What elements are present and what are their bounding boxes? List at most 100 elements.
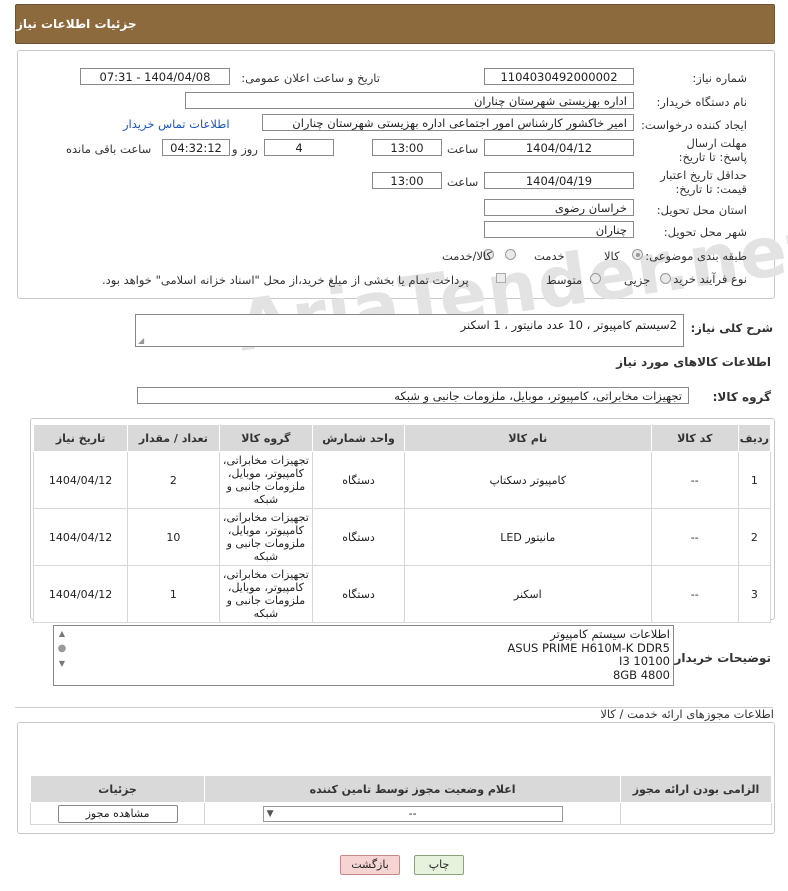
license-required-cell xyxy=(620,802,772,825)
page-title: جزئیات اطلاعات نیاز xyxy=(16,17,137,31)
row-code: -- xyxy=(650,451,739,509)
announce-label: تاریخ و ساعت اعلان عمومی: xyxy=(241,71,380,85)
validity-date-field: 1404/04/19 xyxy=(484,172,634,189)
buyer-notes-text: اطلاعات سیستم کامپیوتر ASUS PRIME H610M-… xyxy=(507,627,670,682)
col-license-required: الزامی بودن ارائه مجوز xyxy=(620,775,772,803)
remaining-time-field: 04:32:12 xyxy=(162,139,230,156)
creator-field: امیر خاکشور کارشناس امور اجتماعی اداره ب… xyxy=(262,114,634,131)
validity-label: حداقل تاریخ اعتبار قیمت: تا تاریخ: xyxy=(660,168,747,196)
license-details-cell: مشاهده مجوز xyxy=(29,802,206,825)
goods-table: ردیف کد کالا نام کالا واحد شمارش گروه کا… xyxy=(32,424,772,623)
category-service-label: خدمت xyxy=(534,249,565,263)
treasury-payment-checkbox[interactable] xyxy=(496,273,506,283)
buyer-org-label: نام دستگاه خریدار: xyxy=(656,95,747,109)
goods-group-label: گروه کالا: xyxy=(712,390,771,404)
license-status-cell: -- ▼ xyxy=(204,802,622,825)
row-date: 1404/04/12 xyxy=(32,451,129,509)
row-unit: دستگاه xyxy=(312,451,405,509)
scroll-up-icon[interactable]: ▲ xyxy=(56,626,68,641)
category-goods-radio[interactable] xyxy=(632,249,643,260)
licenses-table: الزامی بودن ارائه مجوز اعلام وضعیت مجوز … xyxy=(29,775,772,825)
licenses-title: اطلاعات مجوزهای ارائه خدمت / کالا xyxy=(600,707,774,721)
print-button[interactable]: چاپ xyxy=(414,855,464,875)
row-index: 3 xyxy=(737,565,772,623)
scroll-down-icon[interactable]: ▼ xyxy=(56,656,68,671)
row-date: 1404/04/12 xyxy=(32,565,129,623)
row-group: تجهیزات مخابراتی، کامپیوتر، موبایل، ملزو… xyxy=(218,565,314,623)
purchase-medium-label: متوسط xyxy=(546,273,583,287)
deadline-date-field: 1404/04/12 xyxy=(484,139,634,156)
row-name: اسکنر xyxy=(403,565,652,623)
row-qty: 2 xyxy=(127,451,220,509)
deadline-time-field: 13:00 xyxy=(372,139,442,156)
col-code: کد کالا xyxy=(650,424,739,452)
summary-textarea[interactable]: 2سیستم کامپیوتر ، 10 عدد مانیتور ، 1 اسک… xyxy=(135,314,684,347)
resize-grip-icon: ◢ xyxy=(138,336,145,345)
buyer-notes-line: I3 10100 xyxy=(619,654,670,668)
row-unit: دستگاه xyxy=(312,565,405,623)
license-status-select[interactable]: -- ▼ xyxy=(262,805,563,822)
license-status-value: -- xyxy=(408,806,417,820)
chevron-down-icon: ▼ xyxy=(266,808,274,819)
col-date: تاریخ نیاز xyxy=(32,424,129,452)
purchase-type-label: نوع فرآیند خرید : xyxy=(665,272,747,286)
table-row: -- ▼ مشاهده مجوز xyxy=(29,802,772,825)
need-number-field: 1104030492000002 xyxy=(484,68,634,85)
deadline-label: مهلت ارسال پاسخ: تا تاریخ: xyxy=(678,136,747,164)
days-label: روز و xyxy=(232,142,258,156)
buyer-notes-line: اطلاعات سیستم کامپیوتر xyxy=(550,627,670,641)
col-group: گروه کالا xyxy=(218,424,314,452)
validity-time-label: ساعت xyxy=(447,175,479,189)
category-both-label: کالا/خدمت xyxy=(442,249,493,263)
col-index: ردیف xyxy=(737,424,772,452)
days-field: 4 xyxy=(264,139,334,156)
row-code: -- xyxy=(650,508,739,566)
purchase-minor-radio[interactable] xyxy=(660,273,671,284)
deadline-time-label: ساعت xyxy=(447,142,479,156)
col-license-status: اعلام وضعیت مجوز توسط تامین کننده xyxy=(204,775,622,803)
row-group: تجهیزات مخابراتی، کامپیوتر، موبایل، ملزو… xyxy=(218,451,314,509)
row-group: تجهیزات مخابراتی، کامپیوتر، موبایل، ملزو… xyxy=(218,508,314,566)
province-field: خراسان رضوی xyxy=(484,199,634,216)
view-license-button[interactable]: مشاهده مجوز xyxy=(57,804,178,823)
col-qty: تعداد / مقدار xyxy=(127,424,220,452)
table-row: 3 -- اسکنر دستگاه تجهیزات مخابراتی، کامپ… xyxy=(32,565,772,623)
page-header: جزئیات اطلاعات نیاز xyxy=(15,4,775,44)
buyer-notes-textarea[interactable]: اطلاعات سیستم کامپیوتر ASUS PRIME H610M-… xyxy=(53,625,674,686)
col-license-details: جزئیات xyxy=(29,775,206,803)
buyer-notes-label: توضیحات خریدار: xyxy=(669,651,771,665)
summary-label: شرح کلی نیاز: xyxy=(690,321,773,335)
remaining-label: ساعت باقی مانده xyxy=(66,142,152,156)
row-name: مانیتور LED xyxy=(403,508,652,566)
validity-time-field: 13:00 xyxy=(372,172,442,189)
row-qty: 10 xyxy=(127,508,220,566)
row-name: کامپیوتر دسکتاپ xyxy=(403,451,652,509)
category-goods-label: کالا xyxy=(604,249,620,263)
contact-info-link[interactable]: اطلاعات تماس خریدار xyxy=(123,117,230,131)
buyer-notes-line: ASUS PRIME H610M-K DDR5 xyxy=(507,640,670,655)
row-unit: دستگاه xyxy=(312,508,405,566)
goods-table-header-row: ردیف کد کالا نام کالا واحد شمارش گروه کا… xyxy=(32,424,772,452)
row-code: -- xyxy=(650,565,739,623)
row-qty: 1 xyxy=(127,565,220,623)
announce-field: 1404/04/08 - 07:31 xyxy=(80,68,230,85)
category-label: طبقه بندی موضوعی: xyxy=(645,249,747,263)
notes-scrollbar[interactable]: ▲ ● ▼ xyxy=(56,626,68,684)
row-index: 1 xyxy=(737,451,772,509)
treasury-payment-note: پرداخت تمام یا بخشی از مبلغ خرید،از محل … xyxy=(102,273,469,287)
purchase-medium-radio[interactable] xyxy=(590,273,601,284)
row-index: 2 xyxy=(737,508,772,566)
scroll-thumb-icon[interactable]: ● xyxy=(56,641,68,656)
goods-section-title: اطلاعات کالاهای مورد نیاز xyxy=(616,355,771,369)
back-button[interactable]: بازگشت xyxy=(340,855,400,875)
buyer-notes-line: 8GB 4800 xyxy=(612,667,670,682)
category-service-radio[interactable] xyxy=(505,249,516,260)
city-field: چناران xyxy=(484,221,634,238)
summary-text: 2سیستم کامپیوتر ، 10 عدد مانیتور ، 1 اسک… xyxy=(460,318,677,332)
licenses-header-row: الزامی بودن ارائه مجوز اعلام وضعیت مجوز … xyxy=(29,775,772,803)
purchase-minor-label: جزیی xyxy=(624,273,651,287)
col-name: نام کالا xyxy=(403,424,652,452)
col-unit: واحد شمارش xyxy=(312,424,405,452)
table-row: 2 -- مانیتور LED دستگاه تجهیزات مخابراتی… xyxy=(32,508,772,566)
table-row: 1 -- کامپیوتر دسکتاپ دستگاه تجهیزات مخاب… xyxy=(32,451,772,509)
